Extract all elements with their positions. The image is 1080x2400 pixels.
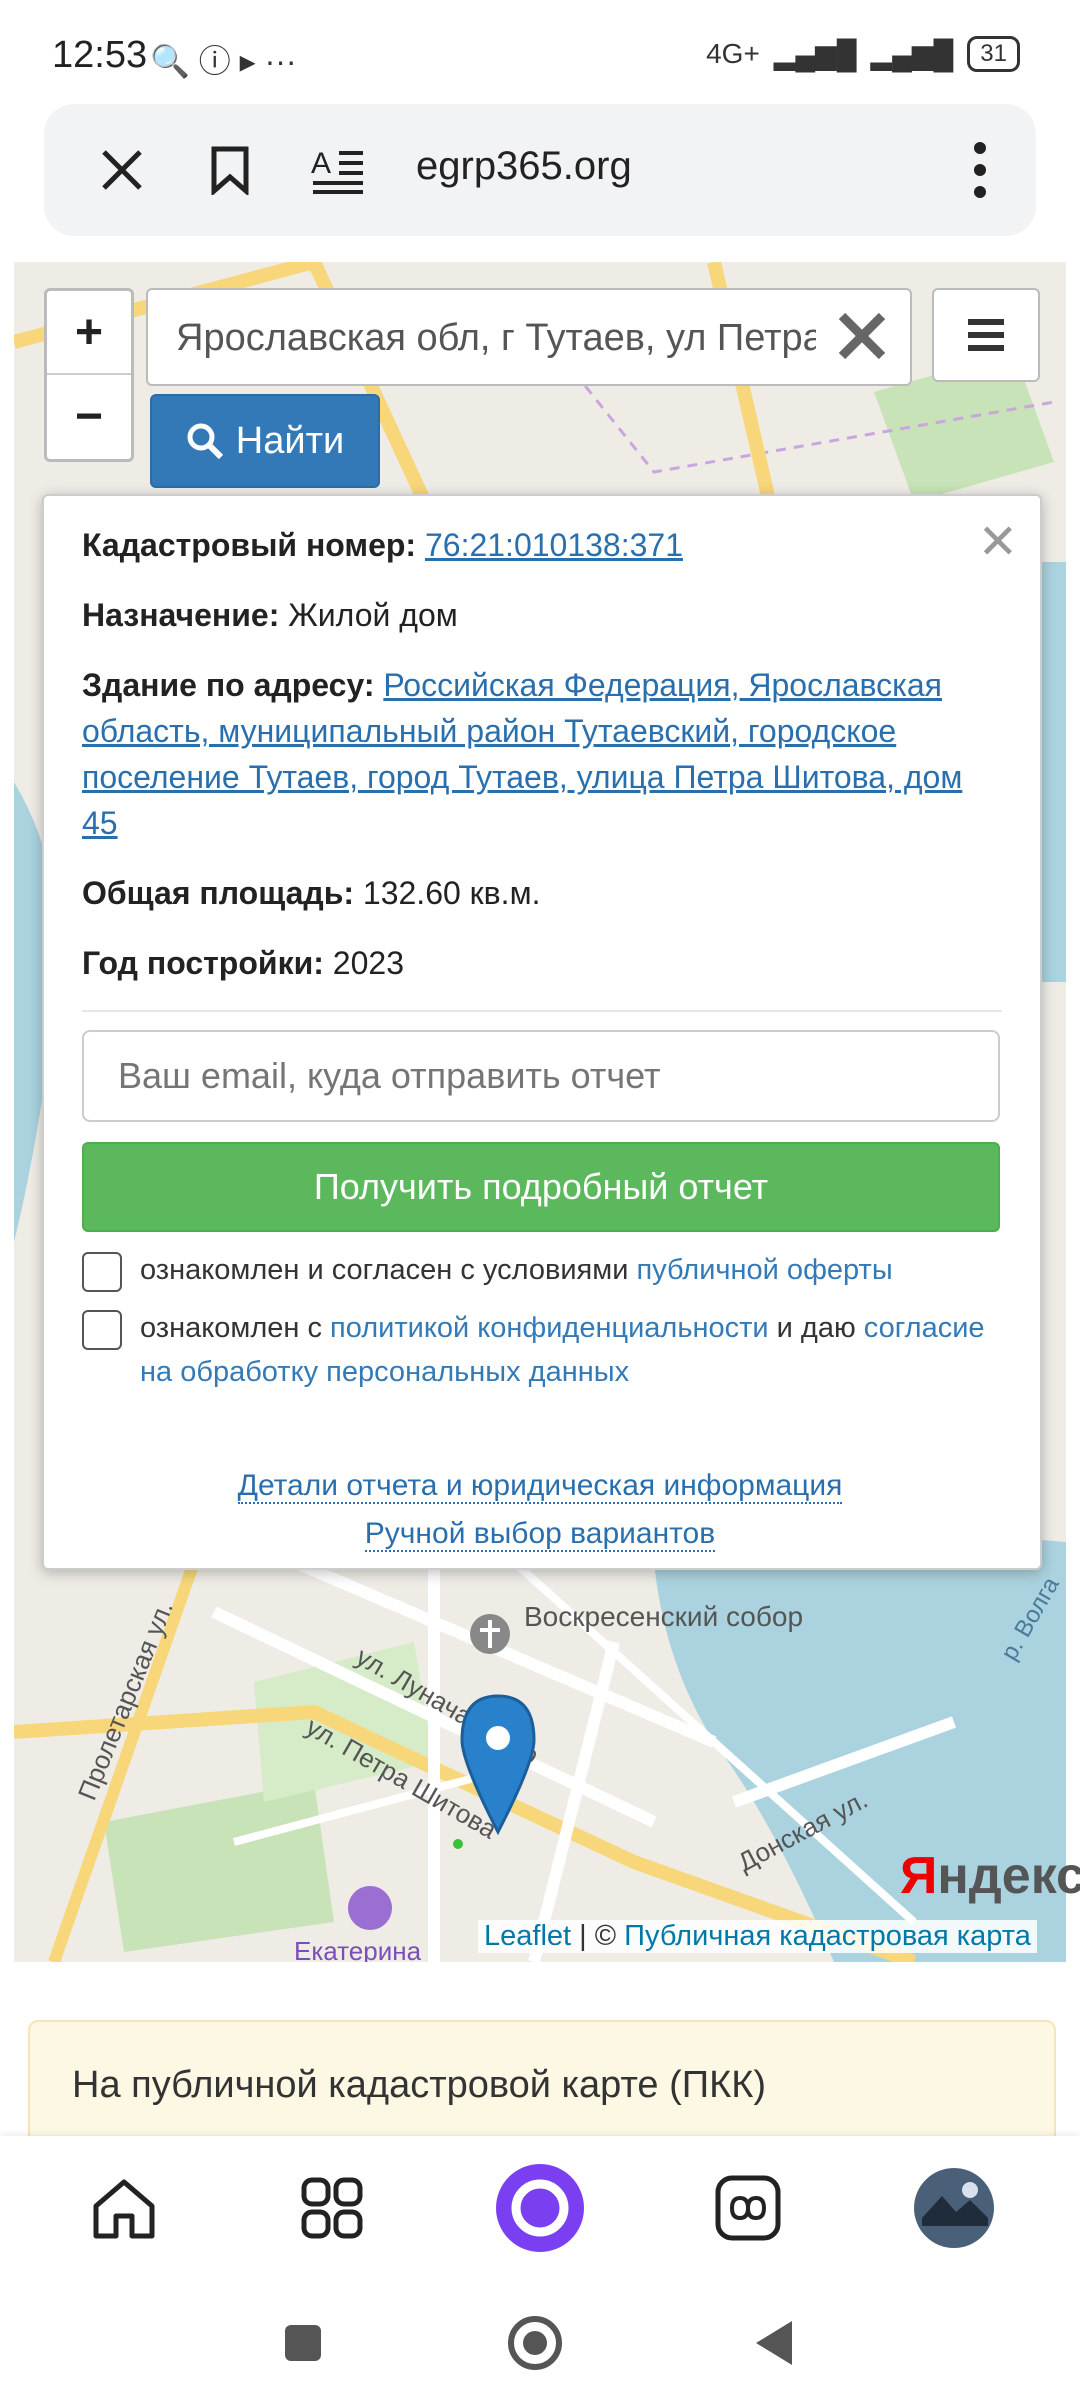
search-input[interactable] [174,310,818,366]
home-icon [93,2179,155,2239]
tabs-button[interactable] [702,2162,794,2254]
system-home-button[interactable] [500,2308,570,2378]
find-button[interactable]: Найти [150,394,380,488]
url-text[interactable]: egrp365.org [416,144,632,189]
system-back-button[interactable] [738,2308,808,2378]
attribution-separator: | © [579,1920,617,1952]
reader-mode-button[interactable]: A [302,134,374,206]
tabs-icon [715,2175,781,2241]
area-label: Общая площадь: [82,875,355,911]
address-row: Здание по адресу: Российская Федерация, … [82,662,1002,846]
status-bar: 12:53 🔍 ⓘ ▸ ··· 4G+ ▂▄▆█ ▂▄▆█ 31 [0,0,1080,100]
address-label: Здание по адресу: [82,667,375,703]
bookmark-button[interactable] [194,134,266,206]
status-notification-icons: 🔍 ⓘ ▸ ··· [150,43,297,79]
zoom-in-button[interactable]: + [47,291,131,373]
svg-text:A: A [311,147,331,180]
map-label-cathedral: Воскресенский собор [524,1601,803,1632]
offer-consent-checkbox[interactable] [82,1252,122,1292]
square-icon [285,2325,321,2361]
manual-selection-link[interactable]: Ручной выбор вариантов [364,1517,716,1552]
cadastral-number-link[interactable]: 76:21:010138:371 [425,527,683,563]
profile-button[interactable] [908,2162,1000,2254]
get-report-button[interactable]: Получить подробный отчет [82,1142,1000,1232]
zoom-out-button[interactable]: − [47,373,131,457]
popup-footer-links: Детали отчета и юридическая информация Р… [44,1462,1036,1558]
year-value: 2023 [332,945,404,981]
privacy-consent-text-a: ознакомлен с [140,1312,331,1344]
reader-mode-icon: A [311,147,363,194]
pkk-link[interactable]: Публичная кадастровая карта [624,1920,1031,1952]
bookmark-icon [211,146,249,195]
status-system-icons: 4G+ ▂▄▆█ ▂▄▆█ 31 [706,36,1020,72]
privacy-consent-row: ознакомлен с политикой конфиденциальност… [82,1306,1002,1394]
email-field[interactable] [82,1030,1000,1122]
map-menu-button[interactable] [932,288,1040,382]
yandex-logo: Яндекс [900,1847,1080,1905]
home-button[interactable] [78,2162,170,2254]
alice-assistant-button[interactable] [494,2162,586,2254]
browser-menu-button[interactable] [944,134,1016,206]
public-offer-link[interactable]: публичной оферты [636,1254,892,1286]
purpose-value: Жилой дом [288,597,458,633]
find-button-label: Найти [235,419,345,462]
cadastral-row: Кадастровый номер: 76:21:010138:371 [82,522,1002,568]
property-popup: ✕ Кадастровый номер: 76:21:010138:371 На… [42,494,1042,1570]
back-triangle-icon [756,2321,792,2365]
privacy-policy-link[interactable]: политикой конфиденциальности [330,1312,769,1344]
zoom-control: + − [44,288,134,462]
privacy-consent-checkbox[interactable] [82,1310,122,1350]
signal-icon: ▂▄▆█ [773,38,857,70]
alice-icon [496,2164,584,2252]
purpose-label: Назначение: [82,597,280,633]
leaflet-link[interactable]: Leaflet [484,1920,571,1952]
map-label-hotel: Екатерина [294,1936,422,1962]
close-icon [102,150,142,190]
system-nav-bar [0,2290,1080,2400]
avatar [914,2168,994,2248]
area-value: 132.60 кв.м. [362,875,541,911]
hamburger-icon [968,319,1004,351]
clear-search-button[interactable] [830,304,894,368]
search-icon [187,423,223,460]
area-row: Общая площадь: 132.60 кв.м. [82,870,1002,916]
offer-consent-text: ознакомлен и согласен с условиями [140,1254,637,1286]
privacy-consent-text-b: и даю [768,1312,864,1344]
battery-indicator: 31 [967,36,1020,72]
close-tab-button[interactable] [86,134,158,206]
purpose-row: Назначение: Жилой дом [82,592,1002,638]
browser-toolbar: A egrp365.org [44,104,1036,236]
signal-icon-2: ▂▄▆█ [870,38,954,70]
info-box-text: На публичной кадастровой карте (ПКК) [72,2064,767,2106]
grid-icon [301,2177,363,2239]
circle-icon [508,2316,562,2370]
map-attribution: Leaflet | © Публичная кадастровая карта [478,1920,1037,1953]
divider [82,1010,1002,1012]
year-label: Год постройки: [82,945,324,981]
search-box [146,288,912,386]
recent-apps-button[interactable] [268,2308,338,2378]
more-vertical-icon [974,142,986,198]
clear-icon [838,312,886,360]
report-details-link[interactable]: Детали отчета и юридическая информация [237,1469,843,1504]
network-label: 4G+ [706,38,760,69]
cadastral-label: Кадастровый номер: [82,527,417,563]
year-row: Год постройки: 2023 [82,940,1002,986]
status-time: 12:53 [52,34,148,76]
services-button[interactable] [286,2162,378,2254]
offer-consent-row: ознакомлен и согласен с условиями публич… [82,1248,1002,1292]
